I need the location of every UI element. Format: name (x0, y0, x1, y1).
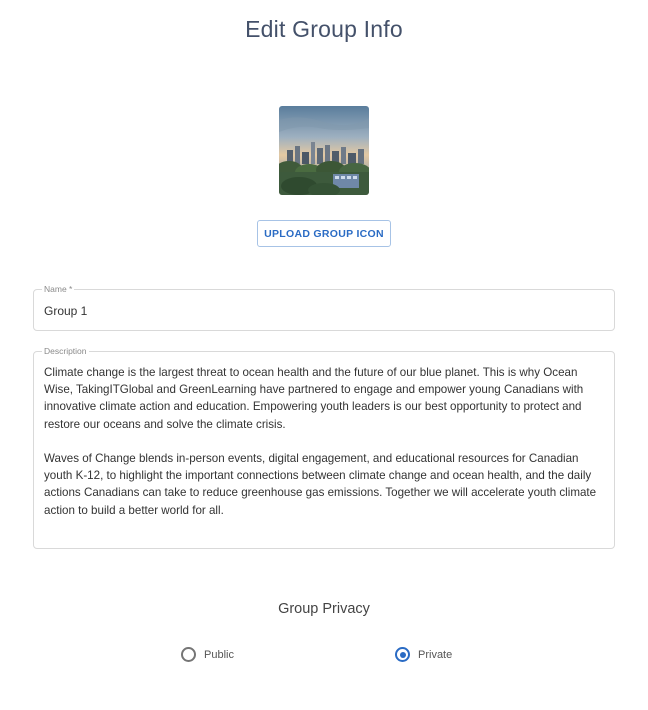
privacy-option-label: Public (204, 648, 234, 661)
description-text[interactable]: Climate change is the largest threat to … (44, 364, 609, 536)
privacy-option-public[interactable]: Public (181, 647, 234, 662)
name-field-label: Name * (42, 283, 75, 295)
description-paragraph: Waves of Change blends in-person events,… (44, 452, 597, 517)
name-field-value[interactable]: Group 1 (44, 304, 87, 318)
page-title: Edit Group Info (245, 16, 403, 42)
upload-group-icon-button[interactable]: UPLOAD GROUP ICON (257, 220, 391, 247)
description-field-label: Description (42, 345, 89, 357)
privacy-option-private[interactable]: Private (395, 647, 452, 662)
description-paragraph: Climate change is the largest threat to … (44, 366, 584, 431)
name-field[interactable]: Name * Group 1 (33, 283, 615, 331)
radio-unchecked-icon[interactable] (181, 647, 196, 662)
description-field[interactable]: Description Climate change is the larges… (33, 345, 615, 549)
group-icon-image (279, 106, 369, 195)
radio-checked-icon[interactable] (395, 647, 410, 662)
privacy-section-title: Group Privacy (278, 601, 370, 617)
privacy-option-label: Private (418, 648, 453, 661)
